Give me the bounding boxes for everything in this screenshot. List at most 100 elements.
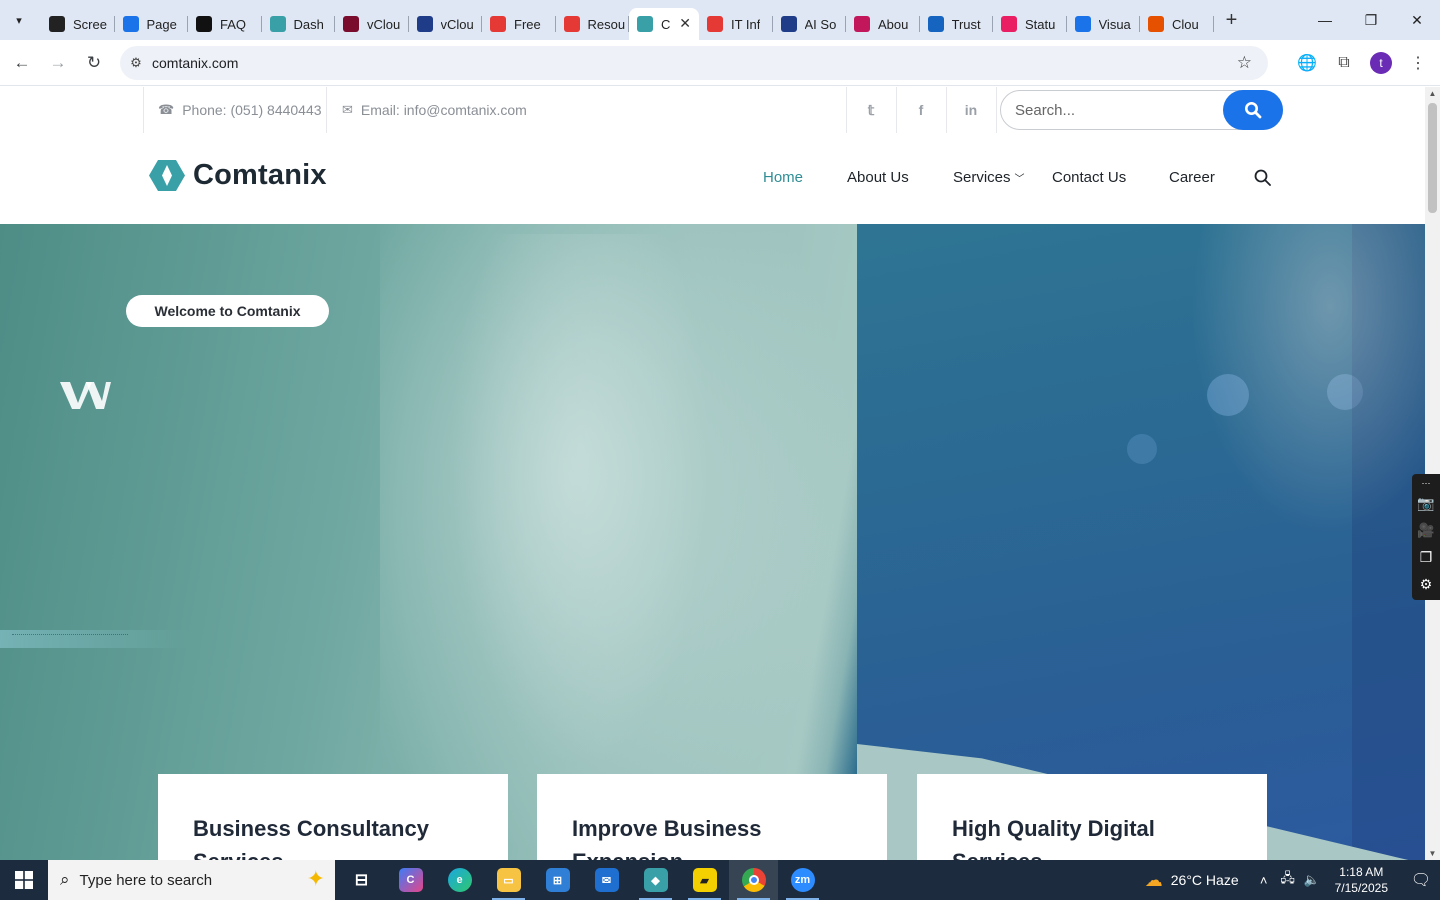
browser-tab[interactable]: AI So [773, 8, 847, 40]
translate-icon[interactable]: 🌐 [1289, 45, 1325, 81]
service-card-title[interactable]: Business Consultancy Services [193, 812, 473, 860]
url-text[interactable]: comtanix.com [152, 55, 238, 71]
divider [996, 87, 997, 133]
store-icon[interactable]: ⊞ [533, 860, 582, 900]
brand-logo[interactable]: Comtanix [148, 159, 327, 192]
copilot-sparkle-icon[interactable]: ✦ [307, 866, 325, 892]
clock[interactable]: 1:18 AM 7/15/2025 [1335, 864, 1388, 896]
gear-icon[interactable]: ⚙ [1420, 571, 1433, 598]
copilot-icon[interactable]: C [386, 860, 435, 900]
browser-tab[interactable]: Dash [262, 8, 336, 40]
brand-name: Comtanix [193, 159, 327, 191]
twitter-icon[interactable]: 𝕥 [846, 87, 896, 133]
browser-tab[interactable]: C ✕ [629, 8, 699, 40]
browser-tab[interactable]: Resou [556, 8, 630, 40]
sticky-notes-icon[interactable]: ▰ [680, 860, 729, 900]
red-tag-icon [490, 16, 506, 32]
weather-widget[interactable]: ☁ 26°C Haze [1145, 870, 1239, 891]
bookmark-star-icon[interactable]: ☆ [1237, 53, 1252, 73]
profile-avatar[interactable]: t [1363, 45, 1399, 81]
comtanix-app-icon[interactable]: ◆ [631, 860, 680, 900]
more-options-icon[interactable]: ⋯ [1422, 476, 1431, 490]
network-icon[interactable]: 🖧 [1277, 869, 1299, 891]
capture-toolbar: ⋯ 📷 🎥 ❐ ⚙ [1412, 474, 1440, 600]
file-explorer-icon[interactable]: ▭ [484, 860, 533, 900]
browser-tab[interactable]: Scree [41, 8, 115, 40]
browser-tab[interactable]: Visua [1067, 8, 1141, 40]
nav-about[interactable]: About Us [847, 164, 909, 190]
clock-time: 1:18 AM [1339, 865, 1384, 879]
nav-search-icon[interactable] [1254, 164, 1271, 190]
new-tab-button[interactable]: + [1218, 6, 1246, 34]
hero-person [1180, 224, 1425, 554]
extensions-icon[interactable]: ⧉ [1326, 45, 1362, 81]
start-button[interactable] [0, 860, 48, 900]
browser-tab[interactable]: IT Inf [699, 8, 773, 40]
service-card[interactable]: Business Consultancy Services [158, 774, 508, 860]
nav-career[interactable]: Career [1169, 164, 1215, 190]
browser-tab[interactable]: vClou [335, 8, 409, 40]
site-info-icon[interactable]: ⚙ [120, 55, 152, 71]
tab-title: Free [514, 16, 541, 32]
red-tag-icon [707, 16, 723, 32]
camera-icon[interactable]: 📷 [1417, 490, 1434, 517]
taskbar-search-placeholder: Type here to search [79, 871, 213, 889]
divider [326, 87, 327, 133]
email-info[interactable]: ✉ Email: info@comtanix.com [342, 87, 527, 133]
hero-strip [0, 630, 190, 648]
bokeh [1127, 434, 1157, 464]
service-card-title[interactable]: Improve Business Expansion [572, 812, 852, 860]
phone-info: ☎ Phone: (051) 8440443 [158, 87, 322, 133]
scroll-down-icon[interactable]: ▼ [1425, 849, 1440, 858]
chevron-up-icon[interactable]: ˄ [1253, 873, 1275, 888]
address-bar[interactable]: ⚙ comtanix.com ☆ [120, 46, 1268, 80]
task-view-icon[interactable]: ⊟ [337, 860, 386, 900]
video-camera-icon[interactable]: 🎥 [1417, 517, 1434, 544]
mail-icon[interactable]: ✉ [582, 860, 631, 900]
restore-icon[interactable]: ❐ [1348, 0, 1394, 40]
site-search-input[interactable] [1015, 99, 1215, 121]
service-card[interactable]: High Quality Digital Services [917, 774, 1267, 860]
window-controls: — ❐ ✕ [1302, 0, 1440, 40]
close-tab-icon[interactable]: ✕ [679, 15, 691, 32]
email-text[interactable]: Email: info@comtanix.com [361, 102, 527, 118]
nav-home[interactable]: Home [763, 164, 803, 190]
nav-services[interactable]: Services ﹀ [953, 164, 1025, 190]
tab-list: Scree Page FAQ Dash vClou vClou Free Resou C ✕ IT … [41, 0, 1214, 40]
tab-search-chevron-icon[interactable]: ▾ [5, 6, 33, 34]
forward-button[interactable]: → [40, 45, 76, 81]
chrome-icon[interactable] [729, 860, 778, 900]
notification-icon[interactable]: 🗨 [1402, 860, 1440, 900]
back-button[interactable]: ← [4, 45, 40, 81]
openai-icon [196, 16, 212, 32]
window-capture-icon[interactable]: ❐ [1420, 544, 1433, 571]
zoom-icon[interactable]: zm [778, 860, 827, 900]
hero-strip-line [12, 634, 128, 638]
browser-tab[interactable]: FAQ [188, 8, 262, 40]
tab-title: vClou [440, 16, 474, 32]
browser-tab[interactable]: Trust [920, 8, 994, 40]
linkedin-icon[interactable]: in [946, 87, 996, 133]
browser-tab[interactable]: Free [482, 8, 556, 40]
close-window-icon[interactable]: ✕ [1394, 0, 1440, 40]
site-search-button[interactable] [1223, 89, 1283, 130]
menu-kebab-icon[interactable]: ⋮ [1400, 45, 1436, 81]
minimize-icon[interactable]: — [1302, 0, 1348, 40]
taskbar-search[interactable]: ⌕ Type here to search ✦ [48, 860, 335, 900]
scroll-thumb[interactable] [1428, 103, 1437, 213]
scroll-up-icon[interactable]: ▲ [1425, 89, 1440, 98]
volume-icon[interactable]: 🔈 [1301, 872, 1323, 888]
facebook-icon[interactable]: f [896, 87, 946, 133]
edge-icon[interactable]: e [435, 860, 484, 900]
browser-tab[interactable]: Abou [846, 8, 920, 40]
browser-tab[interactable]: Clou [1140, 8, 1214, 40]
service-card[interactable]: Improve Business Expansion [537, 774, 887, 860]
service-card-title[interactable]: High Quality Digital Services [952, 812, 1232, 860]
browser-tab[interactable]: Page [115, 8, 189, 40]
tab-title: Resou [587, 16, 626, 32]
nav-contact[interactable]: Contact Us [1052, 164, 1126, 190]
browser-tab[interactable]: Statu [993, 8, 1067, 40]
browser-tab[interactable]: vClou [409, 8, 483, 40]
v-logo-icon [343, 16, 359, 32]
reload-button[interactable]: ↻ [76, 45, 112, 81]
